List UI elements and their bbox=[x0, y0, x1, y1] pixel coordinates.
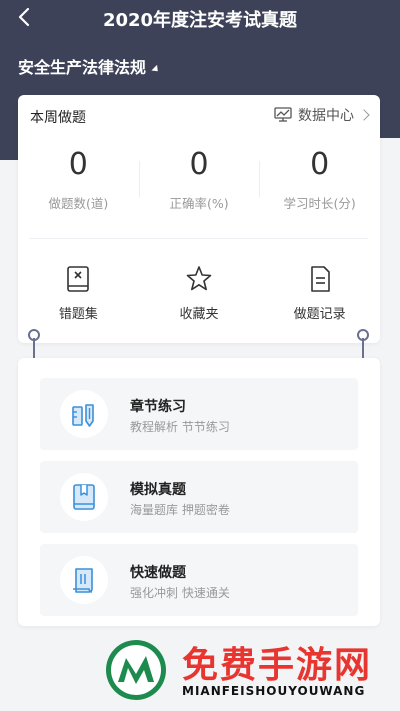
weekly-practice-card: 本周做题 数据中心 0 做题数(道) 0 正确率(%) 0 学习时长(分) 错题… bbox=[18, 95, 380, 343]
subject-dropdown[interactable]: 安全生产法律法规 bbox=[18, 54, 161, 78]
stat-value: 0 bbox=[310, 147, 330, 182]
data-center-label: 数据中心 bbox=[298, 108, 354, 124]
scroll-icon bbox=[73, 568, 93, 593]
quick-links: 错题集 收藏夹 做题记录 bbox=[18, 265, 380, 322]
module-description: 教程解析 节节练习 bbox=[130, 420, 230, 434]
stat-label: 正确率(%) bbox=[169, 196, 229, 211]
module-description: 强化冲刺 快速通关 bbox=[130, 586, 230, 600]
module-description: 海量题库 押题密卷 bbox=[130, 503, 230, 517]
quick-practice-item[interactable]: 快速做题 强化冲刺 快速通关 bbox=[40, 544, 358, 616]
stats-row: 0 做题数(道) 0 正确率(%) 0 学习时长(分) bbox=[18, 147, 380, 212]
watermark-subtitle: MIANFEISHOUYOUWANG bbox=[182, 684, 366, 698]
practice-record-button[interactable]: 做题记录 bbox=[259, 265, 380, 322]
stat-label: 做题数(道) bbox=[48, 196, 109, 211]
subject-label: 安全生产法律法规 bbox=[18, 58, 147, 77]
module-icon-wrap bbox=[60, 556, 108, 604]
module-title: 快速做题 bbox=[130, 565, 186, 581]
module-icon-wrap bbox=[60, 390, 108, 438]
record-icon bbox=[310, 266, 330, 292]
chart-monitor-icon bbox=[274, 107, 292, 122]
module-title: 模拟真题 bbox=[130, 482, 186, 498]
practice-modules-card: 章节练习 教程解析 节节练习 模拟真题 海量题库 押题密卷 快速做题 强化冲刺 … bbox=[18, 358, 380, 626]
quick-label: 做题记录 bbox=[293, 307, 346, 322]
wrong-book-icon bbox=[67, 266, 90, 292]
wrong-questions-button[interactable]: 错题集 bbox=[18, 265, 139, 322]
module-icon-wrap bbox=[60, 473, 108, 521]
caret-down-icon bbox=[151, 64, 161, 74]
chevron-right-icon bbox=[358, 109, 370, 121]
stat-questions: 0 做题数(道) bbox=[18, 147, 139, 212]
stat-accuracy: 0 正确率(%) bbox=[138, 147, 260, 212]
chapter-practice-item[interactable]: 章节练习 教程解析 节节练习 bbox=[40, 378, 358, 450]
weekly-title: 本周做题 bbox=[30, 110, 86, 126]
page-title: 2020年度注安考试真题 bbox=[102, 10, 298, 31]
stat-value: 0 bbox=[189, 147, 209, 182]
divider bbox=[30, 238, 368, 239]
module-title: 章节练习 bbox=[130, 399, 186, 415]
quick-label: 错题集 bbox=[58, 307, 98, 322]
star-icon bbox=[186, 266, 212, 291]
stat-study-time: 0 学习时长(分) bbox=[259, 147, 380, 212]
stat-value: 0 bbox=[68, 147, 88, 182]
mock-exam-item[interactable]: 模拟真题 海量题库 押题密卷 bbox=[40, 461, 358, 533]
site-watermark: 免费手游网 MIANFEISHOUYOUWANG bbox=[104, 636, 394, 706]
book-icon bbox=[73, 484, 95, 510]
favorites-button[interactable]: 收藏夹 bbox=[139, 265, 260, 322]
watermark-logo-icon bbox=[106, 640, 166, 700]
data-center-link[interactable]: 数据中心 bbox=[274, 105, 370, 125]
stat-label: 学习时长(分) bbox=[283, 196, 356, 211]
quick-label: 收藏夹 bbox=[179, 307, 219, 322]
watermark-title: 免费手游网 bbox=[182, 645, 373, 686]
pencil-ruler-icon bbox=[72, 404, 94, 427]
